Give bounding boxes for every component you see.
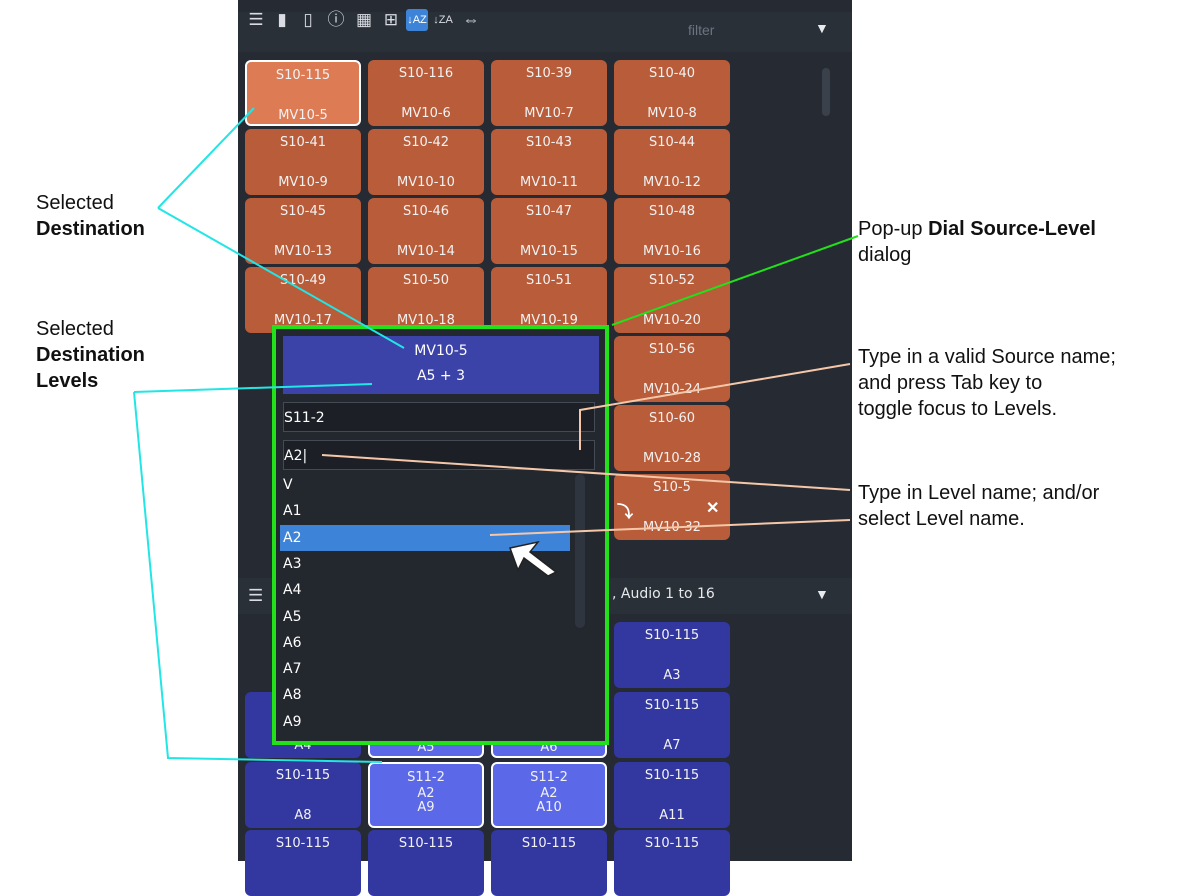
callout-lines — [133, 107, 859, 763]
